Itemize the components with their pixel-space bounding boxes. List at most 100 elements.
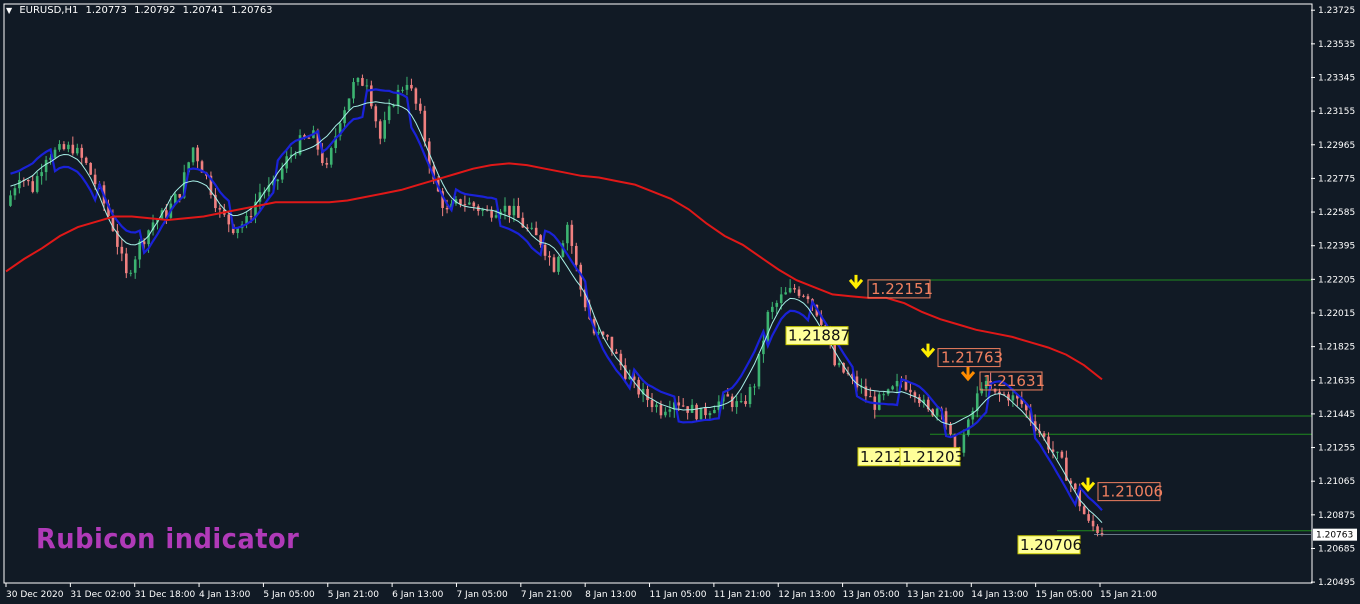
candle-body bbox=[352, 82, 355, 99]
candle-body bbox=[539, 235, 542, 245]
sell-arrow-icon bbox=[960, 366, 976, 382]
candle-body bbox=[779, 294, 783, 303]
candle-body bbox=[944, 411, 948, 424]
candle-body bbox=[909, 389, 912, 393]
candle-body bbox=[744, 401, 747, 405]
candle-body bbox=[713, 409, 716, 414]
candle-body bbox=[566, 224, 569, 244]
candle-body bbox=[735, 401, 738, 408]
candle-body bbox=[557, 256, 560, 272]
candle-body bbox=[307, 137, 311, 139]
candle-body bbox=[276, 179, 280, 182]
candle-body bbox=[419, 103, 422, 111]
candle-body bbox=[1042, 433, 1046, 437]
y-tick-label: 1.23155 bbox=[1318, 107, 1355, 117]
candle-body bbox=[374, 106, 378, 122]
candle-body bbox=[512, 205, 516, 216]
x-tick-label: 7 Jan 05:00 bbox=[456, 590, 508, 600]
ohlc-low: 1.20741 bbox=[182, 5, 224, 16]
candle-body bbox=[1087, 514, 1090, 521]
x-tick-label: 8 Jan 13:00 bbox=[585, 590, 637, 600]
chart-window[interactable]: 1.22151 1.21763 1.21631 1.21006 1.21887 1.212… bbox=[0, 0, 1360, 604]
candle-body bbox=[570, 224, 574, 246]
ohlc-open: 1.20773 bbox=[85, 5, 127, 16]
candle-body bbox=[325, 163, 329, 165]
candle-body bbox=[699, 407, 703, 420]
candle-body bbox=[356, 78, 360, 83]
candle-body bbox=[646, 388, 649, 401]
ohlc-close: 1.20763 bbox=[231, 5, 273, 16]
candle-body bbox=[1011, 395, 1015, 401]
candle-body bbox=[548, 255, 551, 258]
candle-body bbox=[904, 381, 908, 390]
candle-body bbox=[739, 401, 743, 403]
candle-body bbox=[329, 148, 333, 165]
candle-body bbox=[80, 147, 84, 158]
candle-body bbox=[534, 227, 538, 236]
candle-body bbox=[695, 404, 698, 420]
candle-body bbox=[472, 202, 476, 207]
candle-body bbox=[84, 157, 88, 163]
y-tick-label: 1.20875 bbox=[1318, 511, 1355, 521]
candle-body bbox=[726, 394, 730, 397]
candle-body bbox=[494, 215, 498, 218]
y-tick-label: 1.21825 bbox=[1318, 343, 1355, 353]
candle-body bbox=[1096, 526, 1099, 534]
candle-body bbox=[659, 404, 663, 416]
candle-body bbox=[62, 144, 66, 150]
ohlc-high: 1.20792 bbox=[134, 5, 176, 16]
candle-body bbox=[481, 209, 485, 211]
candle-body bbox=[67, 144, 70, 150]
sell-arrow-icon bbox=[1080, 477, 1096, 492]
candle-body bbox=[1082, 506, 1086, 515]
candle-body bbox=[597, 331, 600, 334]
x-tick-label: 11 Jan 05:00 bbox=[650, 590, 707, 600]
candle-body bbox=[668, 409, 672, 412]
candle-body bbox=[361, 78, 364, 86]
x-tick-label: 31 Dec 18:00 bbox=[135, 590, 196, 600]
candle-body bbox=[218, 208, 222, 210]
y-tick-label: 1.21445 bbox=[1318, 410, 1355, 420]
candle-body bbox=[784, 292, 787, 295]
candle-body bbox=[347, 98, 351, 111]
candle-body bbox=[490, 210, 493, 218]
x-tick-label: 13 Jan 05:00 bbox=[843, 590, 900, 600]
support-label: 1.21203 bbox=[902, 448, 964, 466]
candle-body bbox=[788, 287, 792, 293]
collapse-triangle-icon[interactable]: ▼ bbox=[6, 6, 12, 15]
candle-body bbox=[35, 176, 39, 192]
candle-body bbox=[503, 205, 507, 212]
candle-body bbox=[133, 259, 137, 273]
candle-body bbox=[517, 205, 520, 218]
sell-arrow-icon bbox=[848, 274, 864, 290]
candle-body bbox=[677, 402, 681, 406]
candle-body bbox=[124, 253, 128, 274]
candle-body bbox=[806, 296, 810, 300]
y-tick-label: 1.20685 bbox=[1318, 544, 1355, 554]
candle-body bbox=[877, 394, 881, 410]
candle-body bbox=[191, 147, 195, 163]
price-chart[interactable]: 1.22151 1.21763 1.21631 1.21006 1.21887 1.212… bbox=[0, 0, 1360, 604]
candle-body bbox=[138, 241, 141, 260]
candle-body bbox=[757, 354, 761, 387]
candle-body bbox=[410, 84, 413, 89]
x-tick-label: 7 Jan 21:00 bbox=[521, 590, 573, 600]
candle-body bbox=[1060, 451, 1064, 458]
x-tick-label: 5 Jan 21:00 bbox=[328, 590, 380, 600]
candle-body bbox=[833, 345, 836, 366]
candle-body bbox=[574, 245, 578, 265]
x-tick-label: 5 Jan 05:00 bbox=[263, 590, 315, 600]
candle-body bbox=[365, 85, 369, 87]
candle-body bbox=[1091, 520, 1095, 527]
candle-body bbox=[423, 110, 427, 142]
sell-arrow-icon bbox=[920, 343, 936, 358]
x-tick-label: 12 Jan 13:00 bbox=[778, 590, 835, 600]
candle-body bbox=[690, 404, 694, 413]
y-tick-label: 1.23345 bbox=[1318, 73, 1355, 83]
candle-body bbox=[793, 287, 796, 290]
candle-body bbox=[9, 195, 12, 206]
y-tick-label: 1.22205 bbox=[1318, 275, 1355, 285]
candle-body bbox=[196, 147, 199, 162]
candle-body bbox=[129, 272, 133, 274]
candle-body bbox=[249, 216, 253, 218]
